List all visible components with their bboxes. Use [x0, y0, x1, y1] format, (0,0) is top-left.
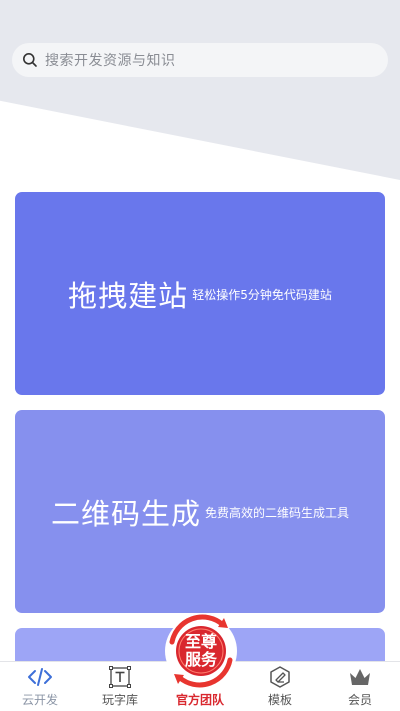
nav-item-font-library[interactable]: 玩字库 — [80, 662, 160, 711]
nav-label: 云开发 — [21, 693, 58, 707]
nav-item-cloud-dev[interactable]: 云开发 — [0, 662, 80, 711]
nav-item-membership[interactable]: 会员 — [320, 662, 400, 711]
hero-background — [0, 0, 400, 180]
card-title: 拖拽建站 — [68, 278, 189, 313]
crown-icon — [347, 664, 373, 690]
card-drag-build-site[interactable]: 拖拽建站 轻松操作5分钟免代码建站 — [15, 192, 385, 395]
nav-label: 模板 — [267, 693, 292, 707]
template-icon — [267, 664, 293, 690]
text-icon — [107, 664, 133, 690]
search-icon — [22, 52, 38, 68]
card-title: 二维码生成 — [50, 496, 201, 531]
card-subtitle: 免费高效的二维码生成工具 — [205, 506, 350, 520]
card-subtitle: 轻松操作5分钟免代码建站 — [192, 288, 332, 302]
nav-label: 玩字库 — [101, 693, 138, 707]
card-qrcode-generator[interactable]: 二维码生成 免费高效的二维码生成工具 — [15, 410, 385, 613]
nav-label: 会员 — [347, 693, 372, 707]
search-placeholder: 搜索开发资源与知识 — [45, 53, 176, 69]
badge-line-2: 服务 — [184, 650, 217, 669]
search-bar[interactable]: 搜索开发资源与知识 — [12, 43, 388, 77]
badge-line-1: 至尊 — [184, 632, 217, 651]
nav-label: 官方团队 — [175, 693, 224, 707]
code-icon — [27, 664, 53, 690]
supreme-service-badge[interactable]: 至尊 服务 — [162, 612, 240, 690]
nav-item-templates[interactable]: 模板 — [240, 662, 320, 711]
